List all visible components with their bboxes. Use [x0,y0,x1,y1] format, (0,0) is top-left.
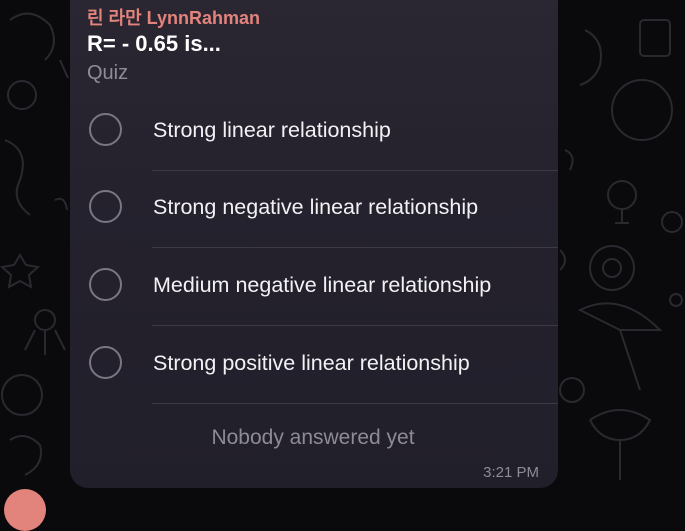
radio-circle-icon[interactable] [89,268,122,301]
poll-option-1[interactable]: Strong linear relationship [70,94,558,171]
option-divider [152,403,558,404]
radio-circle-icon[interactable] [89,190,122,223]
poll-option-3[interactable]: Medium negative linear relationship [70,249,558,326]
poll-question: R= - 0.65 is... [87,31,221,56]
message-timestamp: 3:21 PM [483,464,539,481]
radio-circle-icon[interactable] [89,113,122,146]
poll-option-label: Medium negative linear relationship [153,273,492,297]
poll-option-label: Strong linear relationship [153,118,391,142]
poll-option-label: Strong negative linear relationship [153,195,479,219]
poll-status-text: Nobody answered yet [211,426,415,449]
sender-name[interactable]: 린 라만 LynnRahman [87,4,260,30]
poll-option-4[interactable]: Strong positive linear relationship [70,327,558,404]
poll-option-label: Strong positive linear relationship [153,351,470,375]
poll-type-label: Quiz [87,62,129,84]
poll-option-2[interactable]: Strong negative linear relationship [70,171,558,248]
option-divider [152,325,558,326]
option-divider [152,247,558,248]
radio-circle-icon[interactable] [89,346,122,379]
avatar[interactable] [4,489,46,531]
